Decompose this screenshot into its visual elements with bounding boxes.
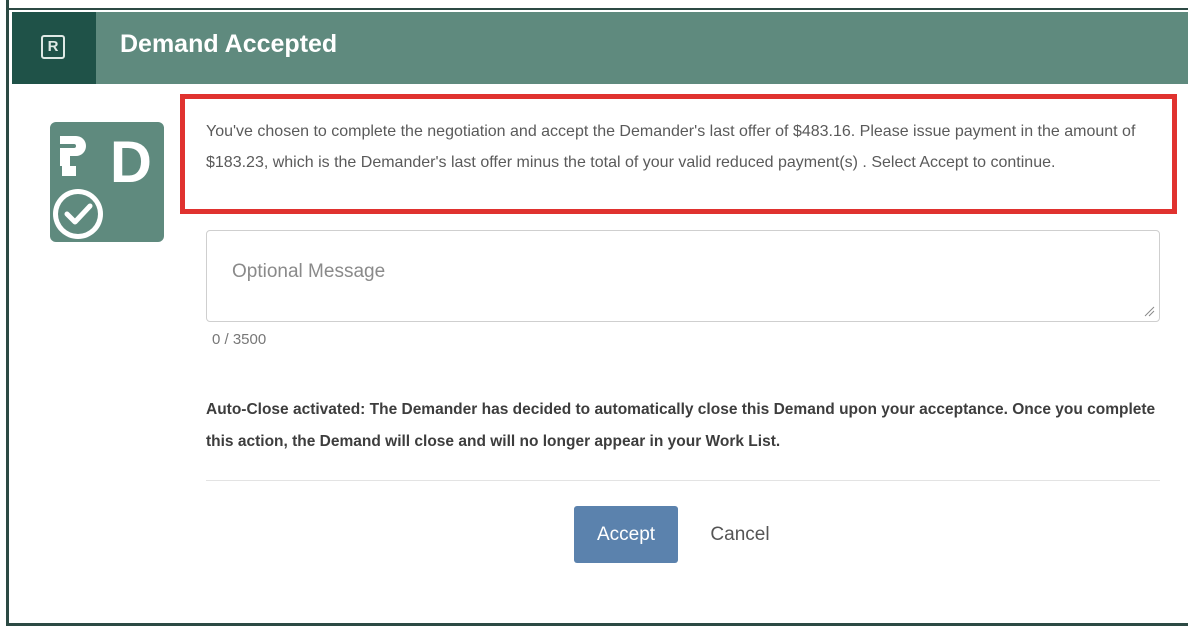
payment-info-text: You've chosen to complete the negotiatio… [206, 123, 1136, 171]
auto-close-notice: Auto-Close activated: The Demander has d… [206, 401, 1156, 450]
dialog-title: Demand Accepted [120, 30, 338, 58]
status-icon-letter: D [110, 130, 152, 195]
accept-button[interactable]: Accept [574, 506, 678, 563]
optional-message-field[interactable]: Optional Message [206, 230, 1160, 322]
character-counter: 0 / 3500 [212, 331, 267, 348]
window-top-edge [9, 0, 1188, 10]
cancel-button[interactable]: Cancel [700, 506, 780, 563]
resize-grip-icon[interactable] [1143, 305, 1155, 317]
message-placeholder: Optional Message [232, 261, 386, 282]
dialog-window: R Demand Accepted D You've chosen to com… [0, 0, 1188, 626]
divider [206, 480, 1160, 481]
window-left-edge [0, 0, 9, 626]
app-logo-icon: R [41, 35, 65, 59]
demand-accepted-check-icon: D [50, 122, 164, 242]
